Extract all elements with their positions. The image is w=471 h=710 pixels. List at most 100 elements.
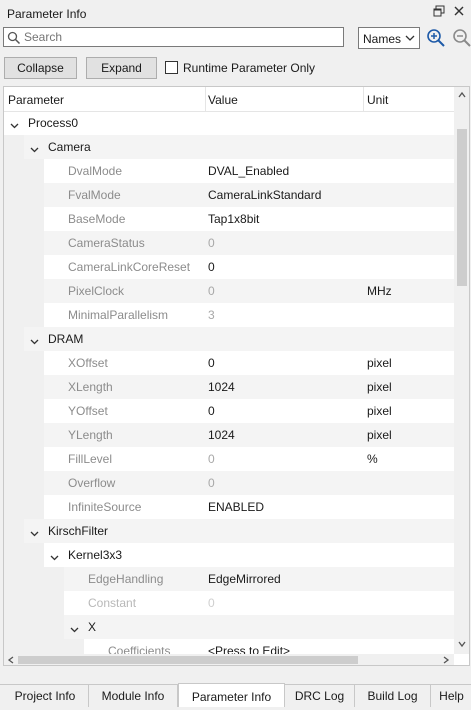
parameter-row[interactable]: FvalMode CameraLinkStandard [4, 183, 454, 207]
parameter-row[interactable]: MinimalParallelism 3 [4, 303, 454, 327]
parameter-value[interactable]: 1024 [208, 428, 235, 442]
tab-module-info[interactable]: Module Info [89, 685, 178, 707]
row-indent [4, 303, 44, 327]
zoom-out-icon[interactable] [452, 28, 471, 48]
column-header-parameter[interactable]: Parameter [8, 93, 64, 107]
chevron-down-icon[interactable] [70, 623, 79, 633]
row-indent [4, 279, 44, 303]
tree-group-row[interactable]: Process0 [4, 111, 454, 135]
parameter-value[interactable]: 0 [208, 356, 215, 370]
tab-build-log[interactable]: Build Log [355, 685, 431, 707]
vertical-scroll-thumb[interactable] [457, 129, 467, 286]
parameter-row[interactable]: YOffset 0 pixel [4, 399, 454, 423]
row-indent [4, 255, 44, 279]
row-indent [4, 159, 44, 183]
chevron-down-icon [405, 35, 415, 41]
title-bar: Parameter Info [0, 0, 471, 26]
parameter-name: Kernel3x3 [68, 548, 123, 562]
parameter-row[interactable]: EdgeHandling EdgeMirrored [4, 567, 454, 591]
parameter-value[interactable]: 0 [208, 404, 215, 418]
scroll-down-icon[interactable] [458, 640, 466, 648]
chevron-down-icon[interactable] [50, 551, 59, 561]
runtime-only-checkbox[interactable] [165, 61, 178, 74]
parameter-name: CameraLinkCoreReset [68, 260, 191, 274]
row-indent [4, 615, 64, 639]
horizontal-scrollbar[interactable] [4, 654, 454, 665]
row-indent [4, 591, 64, 615]
horizontal-scroll-thumb[interactable] [18, 656, 358, 664]
tree-group-row[interactable]: Kernel3x3 [4, 543, 454, 567]
chevron-down-icon[interactable] [30, 335, 39, 345]
column-header-unit[interactable]: Unit [367, 93, 388, 107]
parameter-value[interactable]: 0 [208, 260, 215, 274]
toolbar: Collapse Expand Runtime Parameter Only [0, 55, 471, 83]
parameter-value[interactable]: CameraLinkStandard [208, 188, 321, 202]
column-divider[interactable] [205, 87, 206, 111]
row-indent [4, 447, 44, 471]
parameter-value: 0 [208, 452, 215, 466]
parameter-name: CameraStatus [68, 236, 145, 250]
search-mode-select[interactable]: Names [358, 27, 420, 49]
parameter-row[interactable]: InfiniteSource ENABLED [4, 495, 454, 519]
parameter-row[interactable]: FillLevel 0% [4, 447, 454, 471]
parameter-name: Camera [48, 140, 91, 154]
row-indent [4, 399, 44, 423]
tab-parameter-info[interactable]: Parameter Info [178, 683, 285, 707]
parameter-row[interactable]: XOffset 0 pixel [4, 351, 454, 375]
parameter-value[interactable]: 1024 [208, 380, 235, 394]
tab-project-info[interactable]: Project Info [2, 685, 89, 707]
float-window-icon[interactable] [432, 5, 446, 19]
parameter-row[interactable]: XLength 1024 pixel [4, 375, 454, 399]
close-icon[interactable] [452, 5, 466, 19]
row-indent [4, 327, 24, 351]
search-input[interactable] [24, 29, 334, 45]
column-divider[interactable] [363, 87, 364, 111]
chevron-down-icon[interactable] [10, 119, 19, 129]
parameter-unit: pixel [367, 404, 392, 418]
parameter-value[interactable]: Tap1x8bit [208, 212, 259, 226]
parameter-name: EdgeHandling [88, 572, 164, 586]
scroll-right-icon[interactable] [442, 656, 450, 664]
parameter-value[interactable]: EdgeMirrored [208, 572, 281, 586]
tab-help[interactable]: Help [431, 685, 471, 707]
parameter-name: Overflow [68, 476, 116, 490]
parameter-row[interactable]: DvalMode DVAL_Enabled [4, 159, 454, 183]
parameter-row[interactable]: Overflow 0 [4, 471, 454, 495]
search-field[interactable] [3, 27, 344, 47]
search-mode-value: Names [363, 32, 402, 46]
chevron-down-icon[interactable] [30, 143, 39, 153]
parameter-value[interactable]: ENABLED [208, 500, 264, 514]
parameter-row[interactable]: CameraStatus 0 [4, 231, 454, 255]
parameter-name: X [88, 620, 97, 634]
parameter-row[interactable]: CameraLinkCoreReset 0 [4, 255, 454, 279]
expand-button[interactable]: Expand [86, 57, 157, 79]
parameter-row[interactable]: PixelClock 0 MHz [4, 279, 454, 303]
runtime-only-label[interactable]: Runtime Parameter Only [183, 61, 315, 75]
column-header-value[interactable]: Value [208, 93, 238, 107]
scroll-up-icon[interactable] [458, 91, 466, 99]
collapse-button[interactable]: Collapse [4, 57, 77, 79]
tree-group-row[interactable]: KirschFilter [4, 519, 454, 543]
parameter-name: YOffset [68, 404, 108, 418]
parameter-name: PixelClock [68, 284, 125, 298]
parameter-value[interactable]: DVAL_Enabled [208, 164, 289, 178]
parameter-name: InfiniteSource [68, 500, 142, 514]
search-icon [7, 31, 21, 45]
scroll-left-icon[interactable] [7, 656, 15, 664]
vertical-scrollbar[interactable] [454, 87, 469, 654]
tree-group-row[interactable]: Camera [4, 135, 454, 159]
tree-group-row[interactable]: X [4, 615, 454, 639]
grid-header: Parameter Value Unit [4, 87, 454, 112]
tab-drc-log[interactable]: DRC Log [285, 685, 355, 707]
row-indent [4, 231, 44, 255]
parameter-row[interactable]: BaseMode Tap1x8bit [4, 207, 454, 231]
parameter-row[interactable]: YLength 1024 pixel [4, 423, 454, 447]
parameter-name: YLength [68, 428, 113, 442]
parameter-unit: MHz [367, 284, 392, 298]
parameter-row[interactable]: Constant 0 [4, 591, 454, 615]
parameter-value: 0 [208, 236, 215, 250]
zoom-in-icon[interactable] [426, 28, 446, 48]
tree-group-row[interactable]: DRAM [4, 327, 454, 351]
chevron-down-icon[interactable] [30, 527, 39, 537]
row-indent [4, 207, 44, 231]
